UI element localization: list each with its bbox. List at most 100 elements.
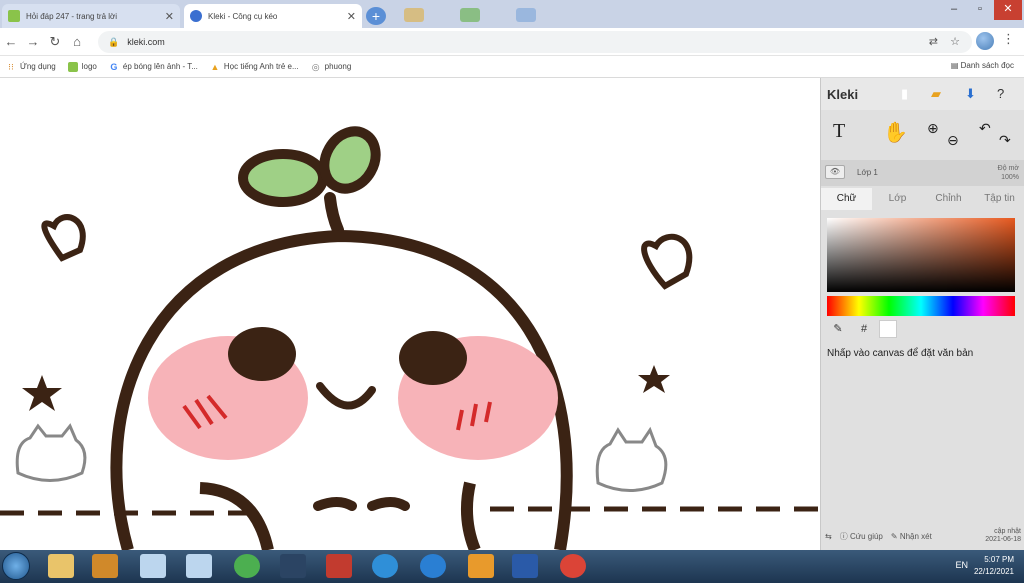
heart-left	[41, 214, 86, 262]
help-label: Cứu giúp	[849, 531, 883, 541]
tab-title: Kleki - Công cụ kéo	[208, 11, 278, 21]
system-tray[interactable]: EN	[955, 560, 968, 570]
save-icon[interactable]: ▰	[931, 86, 941, 102]
tab-file[interactable]: Tập tin	[974, 188, 1024, 210]
bookmark-logo[interactable]: logo	[67, 61, 97, 72]
text-tool-icon[interactable]: T	[833, 120, 845, 143]
sprout-leaf-left	[238, 149, 328, 207]
help-link[interactable]: ⓘ Cứu giúp	[840, 531, 883, 542]
browser-tab-strip: Hỏi đáp 247 - trang trả lời ✕ Kleki - Cô…	[0, 0, 1024, 28]
bookmark-apps[interactable]: ⁝⁝ Ứng dụng	[6, 62, 56, 72]
bookmark-label: logo	[81, 62, 97, 71]
undo-icon[interactable]: ↶	[979, 120, 991, 137]
tab-kleki[interactable]: Kleki - Công cụ kéo ✕	[184, 4, 362, 28]
panel-tabs: Chữ Lớp Chỉnh Tập tin	[821, 188, 1024, 210]
yellow-app-icon[interactable]	[468, 554, 494, 578]
media-icon[interactable]	[92, 554, 118, 578]
eyedropper-icon[interactable]: ✎	[827, 320, 849, 338]
window-thumb-icon[interactable]	[516, 8, 536, 22]
google-g-icon: G	[110, 61, 118, 72]
current-color-swatch[interactable]	[879, 320, 897, 338]
hand-tool-icon[interactable]: ✋	[883, 120, 908, 145]
bookmark-star-icon[interactable]: ☆	[950, 31, 960, 53]
kleki-logo: Kleki	[827, 86, 859, 102]
start-button[interactable]	[2, 552, 30, 580]
window-thumb-icon[interactable]	[460, 8, 480, 22]
tab-layers[interactable]: Lớp	[872, 188, 923, 210]
panel-header: Kleki ▮ ▰ ⬇ ?	[821, 78, 1024, 110]
tab-hoidap[interactable]: Hỏi đáp 247 - trang trả lời ✕	[2, 4, 180, 28]
tab-text[interactable]: Chữ	[821, 188, 872, 210]
hex-input-icon[interactable]: #	[853, 320, 875, 338]
teamviewer-icon[interactable]	[372, 554, 398, 578]
drawing-canvas[interactable]	[0, 78, 820, 550]
browser-toolbar: ← → ↻ ⌂ 🔒 kleki.com ⇄ ☆ ⋮	[0, 28, 1024, 56]
update-date: 2021-06-18	[985, 536, 1021, 543]
pdf-icon[interactable]	[280, 554, 306, 578]
notepad-icon[interactable]	[186, 554, 212, 578]
ie-icon[interactable]	[420, 554, 446, 578]
bookmark-english[interactable]: ▲ Học tiếng Anh trẻ e...	[210, 62, 299, 72]
layer-opacity: Độ mờ 100%	[998, 164, 1019, 182]
snip-icon[interactable]	[326, 554, 352, 578]
close-tab-icon[interactable]: ✕	[347, 10, 356, 23]
new-tab-button[interactable]: +	[366, 7, 386, 25]
bookmark-phuong[interactable]: ◎ phuong	[311, 62, 352, 72]
layer-row[interactable]: 👁 Lớp 1 Độ mờ 100%	[821, 160, 1024, 186]
clock-time: 5:07 PM	[984, 555, 1014, 564]
translate-icon[interactable]: ⇄	[929, 31, 938, 53]
redo-icon[interactable]: ↷	[999, 132, 1011, 149]
chrome-icon[interactable]	[234, 554, 260, 578]
feedback-link[interactable]: ✎ Nhận xét	[891, 532, 932, 541]
chrome-active-icon[interactable]	[560, 554, 586, 578]
notepad-icon[interactable]	[140, 554, 166, 578]
zoom-out-icon[interactable]: ⊖	[947, 132, 959, 149]
reading-list-icon: ▤	[950, 61, 961, 70]
url-text: kleki.com	[127, 37, 165, 47]
bookmark-google[interactable]: G ép bóng lên ảnh - T...	[109, 62, 198, 72]
update-info[interactable]: cập nhật 2021-06-18	[985, 528, 1021, 544]
download-icon[interactable]: ⬇	[965, 86, 976, 102]
feedback-icon: ✎	[890, 531, 900, 541]
home-icon[interactable]: ⌂	[66, 34, 88, 49]
address-bar[interactable]: 🔒 kleki.com ⇄ ☆	[98, 31, 972, 53]
right-eye	[399, 331, 467, 385]
swap-icon[interactable]: ⇆	[825, 532, 832, 541]
minimize-button[interactable]: –	[940, 0, 968, 20]
text-tool-hint: Nhấp vào canvas để đặt văn bản	[827, 348, 974, 359]
opacity-label: Độ mờ	[997, 165, 1019, 172]
close-tab-icon[interactable]: ✕	[165, 10, 174, 23]
tab-title: Hỏi đáp 247 - trang trả lời	[26, 11, 118, 21]
word-icon[interactable]	[512, 554, 538, 578]
tool-row: T ✋ ⊕ ⊖ ↶ ↷	[821, 116, 1024, 156]
reload-icon[interactable]: ↻	[44, 34, 66, 50]
reading-list-button[interactable]: ▤ Danh sách đọc	[951, 61, 1014, 70]
zoom-in-icon[interactable]: ⊕	[927, 120, 939, 137]
help-circle-icon[interactable]: ?	[997, 86, 1004, 101]
explorer-icon[interactable]	[48, 554, 74, 578]
bookmarks-bar: ⁝⁝ Ứng dụng logo G ép bóng lên ảnh - T..…	[0, 56, 1024, 78]
layer-visibility-icon[interactable]: 👁	[825, 165, 845, 179]
clock-date: 22/12/2021	[973, 567, 1014, 576]
maximize-button[interactable]: ▫	[966, 0, 994, 20]
kleki-side-panel: Kleki ▮ ▰ ⬇ ? T ✋ ⊕ ⊖ ↶ ↷ 👁 Lớp 1 Độ mờ …	[820, 78, 1024, 550]
hue-slider[interactable]	[827, 296, 1015, 316]
tab-edit[interactable]: Chỉnh	[923, 188, 974, 210]
menu-dots-icon[interactable]: ⋮	[1002, 31, 1015, 47]
clock[interactable]: 5:07 PM 22/12/2021	[974, 554, 1014, 578]
back-icon[interactable]: ←	[0, 34, 22, 49]
star-right	[638, 365, 670, 393]
windows-taskbar: EN 5:07 PM 22/12/2021	[0, 550, 1024, 583]
close-window-button[interactable]: ✕	[994, 0, 1022, 20]
profile-avatar[interactable]	[976, 32, 994, 50]
bookmark-label: Học tiếng Anh trẻ e...	[223, 62, 299, 71]
lock-icon: 🔒	[108, 36, 120, 47]
help-icon: ⓘ	[839, 531, 850, 541]
forward-icon[interactable]: →	[22, 34, 44, 49]
color-picker-square[interactable]	[827, 218, 1015, 292]
left-eye	[228, 327, 296, 381]
tray-lang: EN	[955, 560, 968, 570]
color-tools-row: ✎ #	[827, 320, 897, 338]
new-file-icon[interactable]: ▮	[901, 86, 908, 102]
window-thumb-icon[interactable]	[404, 8, 424, 22]
